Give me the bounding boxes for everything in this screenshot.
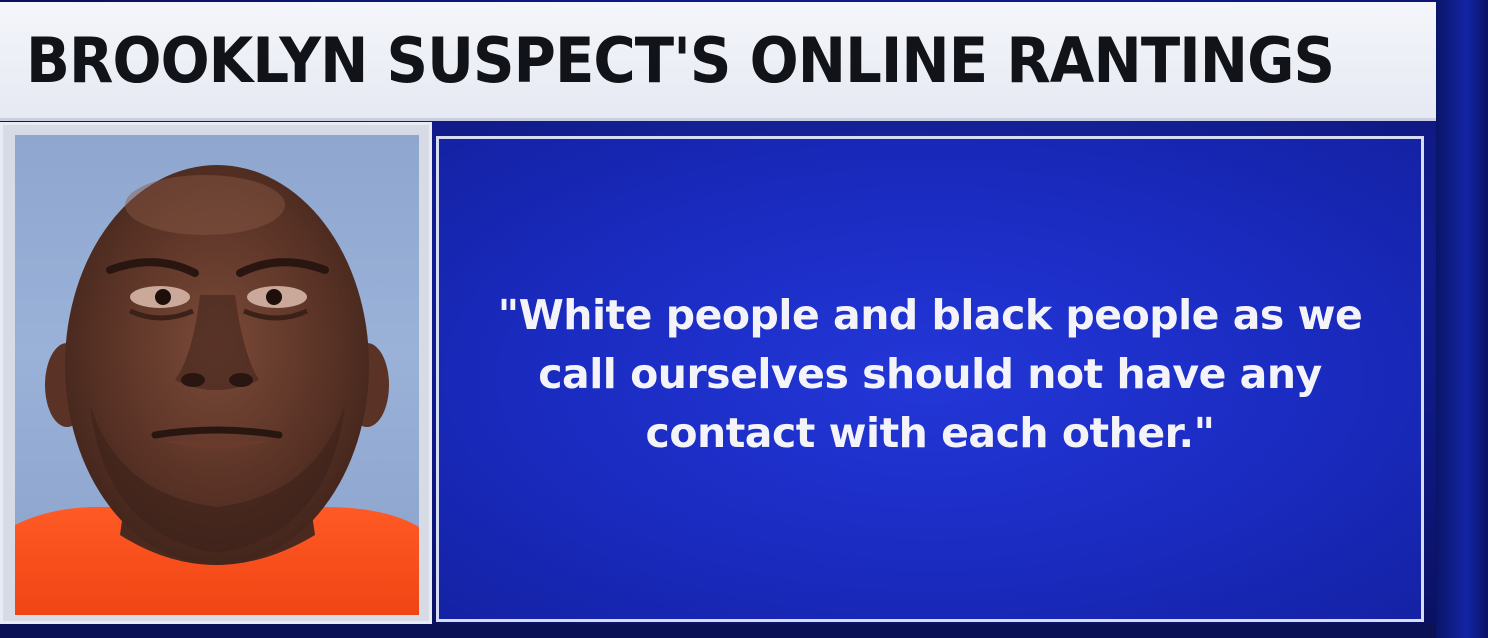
suspect-portrait-illustration [15, 165, 419, 615]
headline-bar: BROOKLYN SUSPECT'S ONLINE RANTINGS [0, 2, 1436, 121]
screen-edge [1436, 0, 1488, 638]
photo-frame [0, 122, 432, 624]
quote-panel: "White people and black people as we cal… [436, 136, 1424, 622]
broadcast-graphic: BROOKLYN SUSPECT'S ONLINE RANTINGS "Whit… [0, 0, 1488, 638]
headline: BROOKLYN SUSPECT'S ONLINE RANTINGS [26, 23, 1335, 97]
quote-text: "White people and black people as we cal… [497, 290, 1363, 457]
suspect-photo [15, 135, 419, 615]
bottom-strip [0, 624, 1436, 638]
